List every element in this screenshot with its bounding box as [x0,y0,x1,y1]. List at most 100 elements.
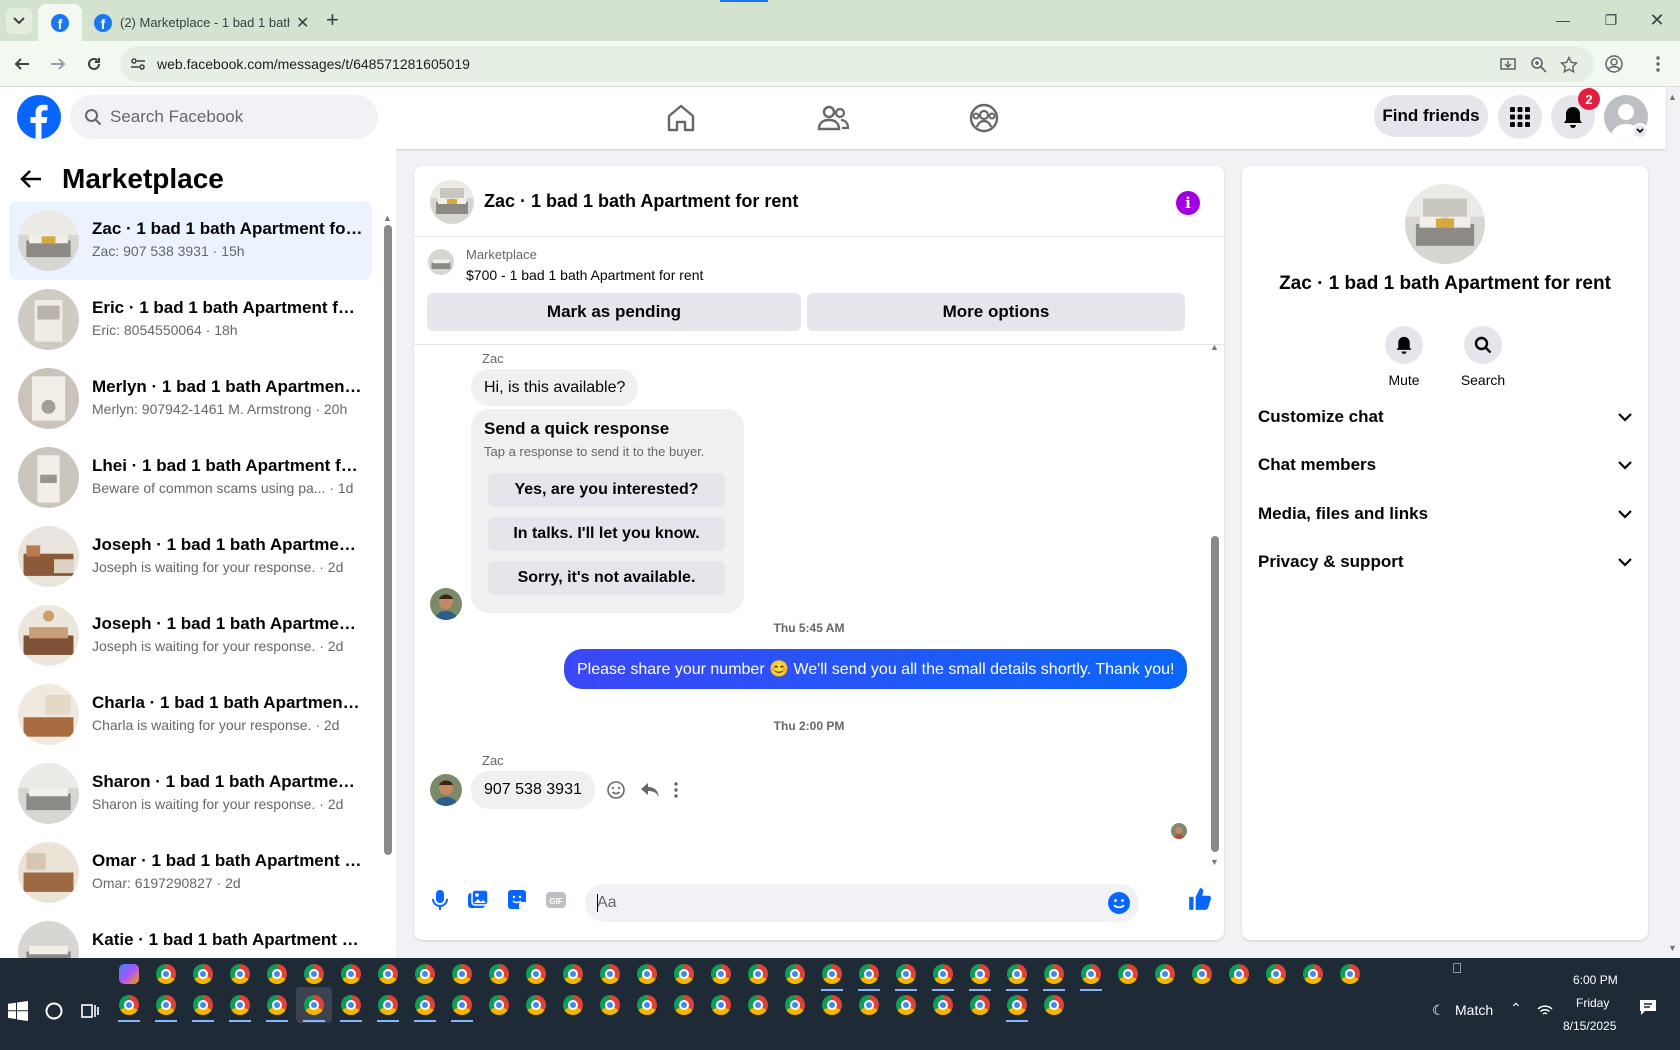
chrome-window-icon[interactable] [452,995,472,1015]
conversation-item[interactable]: Joseph · 1 bad 1 bath Apartment for rent… [9,517,372,596]
chrome-window-icon[interactable] [896,995,916,1015]
message-bubble[interactable]: 907 538 3931 [471,771,595,809]
clock-time[interactable]: 6:00 PM [1573,973,1618,987]
find-friends-button[interactable]: Find friends [1374,95,1488,137]
conversation-item[interactable]: Omar · 1 bad 1 bath Apartment for rent Om… [9,833,372,912]
chrome-window-icon[interactable] [156,995,176,1015]
forward-button[interactable] [46,52,70,76]
account-chevron-icon[interactable] [1632,123,1648,139]
photo-icon[interactable] [466,888,490,912]
chrome-window-icon[interactable] [674,964,694,984]
chrome-window-icon[interactable] [822,995,842,1015]
home-nav-button[interactable] [664,101,698,135]
chrome-window-icon[interactable] [1340,964,1360,984]
customize-chat-section[interactable]: Customize chat [1258,395,1632,439]
sticker-icon[interactable] [505,888,529,912]
chrome-window-icon[interactable] [304,995,324,1015]
conversation-list-scrollbar[interactable]: ▲ [383,213,393,913]
chrome-window-icon[interactable] [563,964,583,984]
windows-start-icon[interactable] [8,1001,28,1021]
chrome-window-icon[interactable] [304,964,324,984]
chrome-window-icon[interactable] [674,995,694,1015]
groups-nav-button[interactable] [967,101,1001,135]
friends-nav-button[interactable] [816,101,850,135]
chrome-window-icon[interactable] [785,995,805,1015]
sender-avatar[interactable] [430,774,462,806]
search-input[interactable] [110,95,360,139]
wifi-icon[interactable] [1536,1000,1554,1018]
page-scroll-up-arrow[interactable]: ▲ [1668,92,1677,102]
more-actions-icon[interactable] [674,782,678,798]
conversation-item[interactable]: Lhei · 1 bad 1 bath Apartment for rent Be… [9,438,372,517]
chrome-window-icon[interactable] [711,964,731,984]
more-options-button[interactable]: More options [807,293,1185,331]
sender-avatar[interactable] [430,588,462,620]
chrome-window-icon[interactable] [489,964,509,984]
zoom-icon[interactable] [1530,56,1548,74]
search-action[interactable]: Search [1443,326,1523,388]
chat-title[interactable]: Zac · 1 bad 1 bath Apartment for rent [484,191,798,212]
chrome-window-icon[interactable] [230,964,250,984]
chrome-window-icon[interactable] [970,995,990,1015]
back-button[interactable] [10,52,34,76]
facebook-logo-icon[interactable] [17,95,61,139]
chrome-window-icon[interactable] [267,964,287,984]
chrome-window-icon[interactable] [1155,964,1175,984]
quick-response-option[interactable]: Yes, are you interested? [488,473,725,507]
chrome-window-icon[interactable] [156,964,176,984]
conversation-item[interactable]: Charla · 1 bad 1 bath Apartment for rent… [9,675,372,754]
chrome-window-icon[interactable] [1044,995,1064,1015]
chrome-window-icon[interactable] [1007,995,1027,1015]
conversation-item[interactable]: Katie · 1 bad 1 bath Apartment for rent [9,912,372,958]
new-tab-button[interactable]: + [326,8,339,32]
tab-close-icon[interactable]: ✕ [296,13,309,33]
chat-avatar[interactable] [430,180,474,224]
install-app-icon[interactable] [1499,56,1517,74]
chrome-window-icon[interactable] [637,964,657,984]
browser-menu-button[interactable] [1646,52,1670,76]
copilot-app-icon[interactable] [119,964,139,984]
chrome-window-icon[interactable] [415,995,435,1015]
browser-tab-facebook[interactable]: f [38,4,82,41]
close-window-button[interactable]: ✕ [1642,8,1672,32]
page-scroll-down-arrow[interactable]: ▼ [1668,943,1677,953]
scroll-up-arrow[interactable]: ▲ [383,213,392,223]
chrome-window-icon[interactable] [415,964,435,984]
chrome-window-icon[interactable] [600,964,620,984]
react-smiley-icon[interactable] [606,780,626,800]
chrome-window-icon[interactable] [1192,964,1212,984]
weather-icon[interactable]: ☾ [1432,1002,1445,1019]
search-circle-icon[interactable] [44,1001,64,1021]
search-in-chat-button[interactable] [1464,326,1502,364]
facebook-search[interactable] [70,95,378,139]
contact-avatar[interactable] [1405,184,1485,264]
chrome-window-icon[interactable] [896,964,916,984]
scrollbar-thumb[interactable] [1211,536,1219,852]
chrome-window-icon[interactable] [1303,964,1323,984]
address-bar[interactable]: web.facebook.com/messages/t/648571281605… [120,46,1594,82]
chrome-window-icon[interactable] [637,995,657,1015]
clock-day[interactable]: Friday [1576,996,1609,1010]
bookmark-star-icon[interactable] [1560,56,1578,74]
listing-thumbnail[interactable] [428,249,454,275]
chrome-window-icon[interactable] [119,995,139,1015]
privacy-support-section[interactable]: Privacy & support [1258,540,1632,584]
conversation-item[interactable]: Sharon · 1 bad 1 bath Apartment for rent… [9,754,372,833]
gif-icon[interactable]: GIF [544,888,568,912]
chrome-window-icon[interactable] [933,964,953,984]
scrollbar-thumb[interactable] [384,225,392,855]
restore-button[interactable]: ❐ [1596,8,1626,32]
microphone-icon[interactable] [428,888,452,912]
listing-title[interactable]: $700 - 1 bad 1 bath Apartment for rent [466,267,703,283]
chrome-window-icon[interactable] [489,995,509,1015]
mark-pending-button[interactable]: Mark as pending [427,293,801,331]
chrome-window-icon[interactable] [785,964,805,984]
quick-response-option[interactable]: In talks. I'll let you know. [488,517,725,551]
emoji-icon[interactable] [1107,891,1131,915]
chrome-window-icon[interactable] [193,964,213,984]
chrome-window-icon[interactable] [1118,964,1138,984]
chrome-window-icon[interactable] [526,995,546,1015]
chrome-window-icon[interactable] [563,995,583,1015]
taskbar-widget-icon[interactable]: ⎕ [1453,960,1461,977]
chrome-window-icon[interactable] [1044,964,1064,984]
